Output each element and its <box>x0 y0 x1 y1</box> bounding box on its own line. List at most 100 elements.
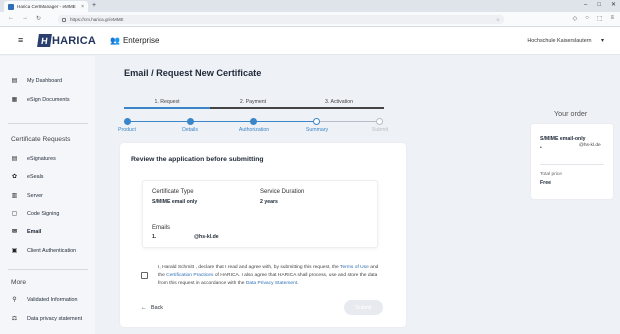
sidebar-divider <box>8 269 88 270</box>
menu-icon[interactable]: ≡ <box>610 15 614 22</box>
extensions-icon[interactable]: ⬚ <box>597 15 603 22</box>
progress-dot-details <box>187 118 194 125</box>
sidebar-item-label: Code Signing <box>27 210 60 217</box>
progress-label-authorization: Authorization <box>238 127 270 133</box>
sidebar-item-email[interactable]: ✉ Email <box>11 228 42 236</box>
step-payment: 2. Payment <box>239 99 267 105</box>
progress-line-done <box>128 121 314 123</box>
declaration-part: . <box>297 281 299 287</box>
enterprise-switch[interactable]: 👥 Enterprise <box>110 36 159 45</box>
sidebar-item-label: eSeals <box>27 173 44 180</box>
sidebar-divider <box>8 123 88 124</box>
service-duration-label: Service Duration <box>260 189 305 195</box>
new-tab-button[interactable]: + <box>92 1 96 11</box>
harica-logo[interactable]: H HARICA <box>37 34 96 47</box>
sidebar-item-label: Email <box>27 228 42 235</box>
certificate-type-label: Certificate Type <box>152 189 194 195</box>
certification-practices-link[interactable]: Certification Practices <box>166 273 213 278</box>
certificate-type-value: S/MIME email only <box>152 199 198 205</box>
address-bar[interactable]: https://cm.harica.gr/eMME ☆ <box>58 15 504 24</box>
sidebar: ▤ My Dashboard ▦ eSign Documents Certifi… <box>0 56 95 334</box>
total-price-label: Total price <box>540 172 562 177</box>
user-group-icon: 👥 <box>110 36 120 45</box>
forward-nav-icon[interactable]: → <box>22 15 28 21</box>
account-icon[interactable]: ○ <box>585 15 589 22</box>
signature-icon: ▤ <box>11 156 18 162</box>
order-bullet: • <box>540 145 542 151</box>
favicon-icon <box>8 3 14 10</box>
progress-stepper: Product Details Authorization Summary Su… <box>118 118 389 136</box>
logo-text: HARICA <box>52 34 96 47</box>
privacy-icon: ⚖ <box>11 316 18 322</box>
emails-label: Emails <box>152 225 171 231</box>
order-summary: S/MIME email-only • @hs-kl.de Total pric… <box>531 124 613 199</box>
browser-toolbar: ← → ↻ https://cm.harica.gr/eMME ☆ ◇ ○ ⬚ … <box>0 12 620 27</box>
review-title: Review the application before submitting <box>131 156 264 163</box>
sidebar-item-label: Data privacy statement <box>27 315 83 322</box>
progress-label-details: Details <box>182 127 198 133</box>
back-nav-icon[interactable]: ← <box>8 15 14 21</box>
progress-line-pending <box>314 121 380 123</box>
email-value: @hs-kl.de <box>194 234 219 240</box>
sidebar-item-esignatures[interactable]: ▤ eSignatures <box>11 155 56 163</box>
sidebar-item-data-privacy[interactable]: ⚖ Data privacy statement <box>11 315 83 323</box>
declaration-text: I, Harald Schmitt , declare that I read … <box>158 264 380 289</box>
window-controls: – □ ✕ <box>584 0 616 11</box>
terms-of-use-link[interactable]: Terms of Use <box>340 265 369 270</box>
sidebar-item-client-authentication[interactable]: ▣ Client Authentication <box>11 247 77 255</box>
sidebar-item-label: Validated Information <box>27 296 78 303</box>
total-price-value: Free <box>540 180 551 186</box>
logo-mark: H <box>37 34 52 47</box>
server-icon: ▥ <box>11 193 18 199</box>
step-remaining-bar <box>210 107 384 109</box>
sidebar-item-esign-documents[interactable]: ▦ eSign Documents <box>11 96 70 104</box>
arrow-left-icon: ← <box>141 305 147 311</box>
lock-icon <box>62 17 66 22</box>
chevron-down-icon: ▾ <box>600 38 604 44</box>
sidebar-item-server[interactable]: ▥ Server <box>11 192 43 200</box>
progress-dot-product <box>124 118 131 125</box>
sidebar-item-validated-information[interactable]: ⚲ Validated Information <box>11 296 78 304</box>
summary-box: Certificate Type S/MIME email only Servi… <box>142 180 378 248</box>
back-button[interactable]: ← Back <box>141 305 163 311</box>
close-tab-icon[interactable]: × <box>81 4 84 10</box>
enterprise-label: Enterprise <box>122 36 160 45</box>
section-more: More <box>11 279 27 286</box>
hamburger-menu-icon[interactable]: ≡ <box>18 36 23 45</box>
email-index: 1. <box>152 234 157 240</box>
back-label: Back <box>151 305 163 311</box>
email-icon: ✉ <box>11 229 18 235</box>
browser-tab[interactable]: Harica CertManager - eMME × <box>4 1 88 12</box>
agreement-checkbox[interactable] <box>141 272 148 279</box>
close-window-icon[interactable]: ✕ <box>611 0 616 11</box>
sidebar-item-eseals[interactable]: ✿ eSeals <box>11 173 44 181</box>
client-auth-icon: ▣ <box>11 248 18 254</box>
sidebar-item-code-signing[interactable]: ▢ Code Signing <box>11 210 60 218</box>
progress-dot-submit <box>376 118 383 125</box>
app-header: ≡ H HARICA 👥 Enterprise Hochschule Kaise… <box>0 27 620 55</box>
shield-icon[interactable]: ◇ <box>573 15 578 22</box>
code-icon: ▢ <box>11 211 18 217</box>
reload-icon[interactable]: ↻ <box>36 15 41 22</box>
data-privacy-link[interactable]: Data Privacy Statement <box>246 281 297 286</box>
order-divider <box>540 164 604 165</box>
tab-title: Harica CertManager - eMME <box>17 4 76 9</box>
minimize-icon[interactable]: – <box>584 0 587 11</box>
step-activation: 3. Activation <box>325 99 353 105</box>
progress-dot-authorization <box>250 118 257 125</box>
document-icon: ▦ <box>11 97 18 103</box>
order-title: Your order <box>554 109 588 118</box>
maximize-icon[interactable]: □ <box>597 0 601 11</box>
order-product: S/MIME email-only <box>540 136 586 142</box>
step-request-bar <box>124 107 210 109</box>
progress-label-product: Product <box>118 127 136 133</box>
section-certificate-requests: Certificate Requests <box>11 136 71 143</box>
top-steps: 1. Request 2. Payment 3. Activation <box>124 99 384 111</box>
organization-dropdown[interactable]: Hochschule Kaiserslautern ▾ <box>527 37 604 44</box>
sidebar-item-label: eSign Documents <box>27 96 70 103</box>
sidebar-item-dashboard[interactable]: ▤ My Dashboard <box>11 77 62 85</box>
page-title: Email / Request New Certificate <box>124 68 262 78</box>
progress-label-submit: Submit <box>371 127 389 133</box>
submit-button[interactable]: Submit <box>344 300 383 315</box>
bookmark-star-icon[interactable]: ☆ <box>496 17 500 23</box>
